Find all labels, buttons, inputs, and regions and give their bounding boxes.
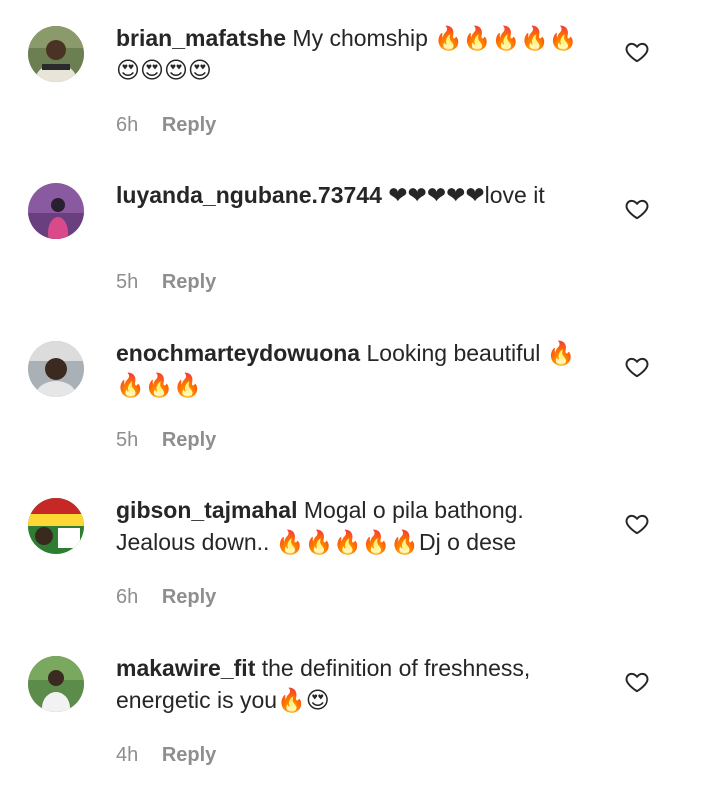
comment-meta: 6h Reply <box>116 584 216 610</box>
reply-button[interactable]: Reply <box>162 429 216 451</box>
avatar[interactable] <box>28 26 84 82</box>
reply-button[interactable]: Reply <box>162 114 216 136</box>
avatar[interactable] <box>28 183 84 239</box>
avatar[interactable] <box>28 341 84 397</box>
comment-list: brian_mafatshe My chomship 🔥🔥🔥🔥🔥😍😍😍😍 6h … <box>0 0 720 793</box>
comment-meta: 6h Reply <box>116 112 216 138</box>
comment-text: brian_mafatshe My chomship 🔥🔥🔥🔥🔥😍😍😍😍 <box>116 22 596 86</box>
comment-time: 6h <box>116 114 139 136</box>
comment-item: enochmarteydowuona Looking beautiful 🔥🔥🔥… <box>0 315 720 465</box>
comment-username[interactable]: gibson_tajmahal <box>116 497 297 523</box>
comment-text: gibson_tajmahal Mogal o pila bathong. Je… <box>116 494 596 558</box>
comment-meta: 5h Reply <box>116 427 216 453</box>
comment-time: 4h <box>116 744 139 766</box>
comment-item: makawire_fit the definition of freshness… <box>0 630 720 780</box>
avatar[interactable] <box>28 656 84 712</box>
heart-outline-icon[interactable] <box>624 39 650 65</box>
comment-item: luyanda_ngubane.73744 ❤❤❤❤❤love it 5h Re… <box>0 157 720 307</box>
comment-text: makawire_fit the definition of freshness… <box>116 652 596 716</box>
comment-time: 5h <box>116 271 139 293</box>
comment-body: ❤❤❤❤❤love it <box>388 182 545 208</box>
comment-time: 6h <box>116 586 139 608</box>
comment-item: brian_mafatshe My chomship 🔥🔥🔥🔥🔥😍😍😍😍 6h … <box>0 0 720 150</box>
heart-outline-icon[interactable] <box>624 196 650 222</box>
avatar[interactable] <box>28 498 84 554</box>
comment-text: enochmarteydowuona Looking beautiful 🔥🔥🔥… <box>116 337 596 401</box>
comment-username[interactable]: brian_mafatshe <box>116 25 286 51</box>
reply-button[interactable]: Reply <box>162 744 216 766</box>
reply-button[interactable]: Reply <box>162 586 216 608</box>
comment-username[interactable]: enochmarteydowuona <box>116 340 360 366</box>
comment-meta: 4h Reply <box>116 742 216 768</box>
comment-username[interactable]: makawire_fit <box>116 655 255 681</box>
comment-time: 5h <box>116 429 139 451</box>
comment-username[interactable]: luyanda_ngubane.73744 <box>116 182 382 208</box>
comment-text: luyanda_ngubane.73744 ❤❤❤❤❤love it <box>116 179 596 211</box>
heart-outline-icon[interactable] <box>624 669 650 695</box>
heart-outline-icon[interactable] <box>624 354 650 380</box>
heart-outline-icon[interactable] <box>624 511 650 537</box>
comment-meta: 5h Reply <box>116 269 216 295</box>
comment-item: gibson_tajmahal Mogal o pila bathong. Je… <box>0 472 720 622</box>
reply-button[interactable]: Reply <box>162 271 216 293</box>
